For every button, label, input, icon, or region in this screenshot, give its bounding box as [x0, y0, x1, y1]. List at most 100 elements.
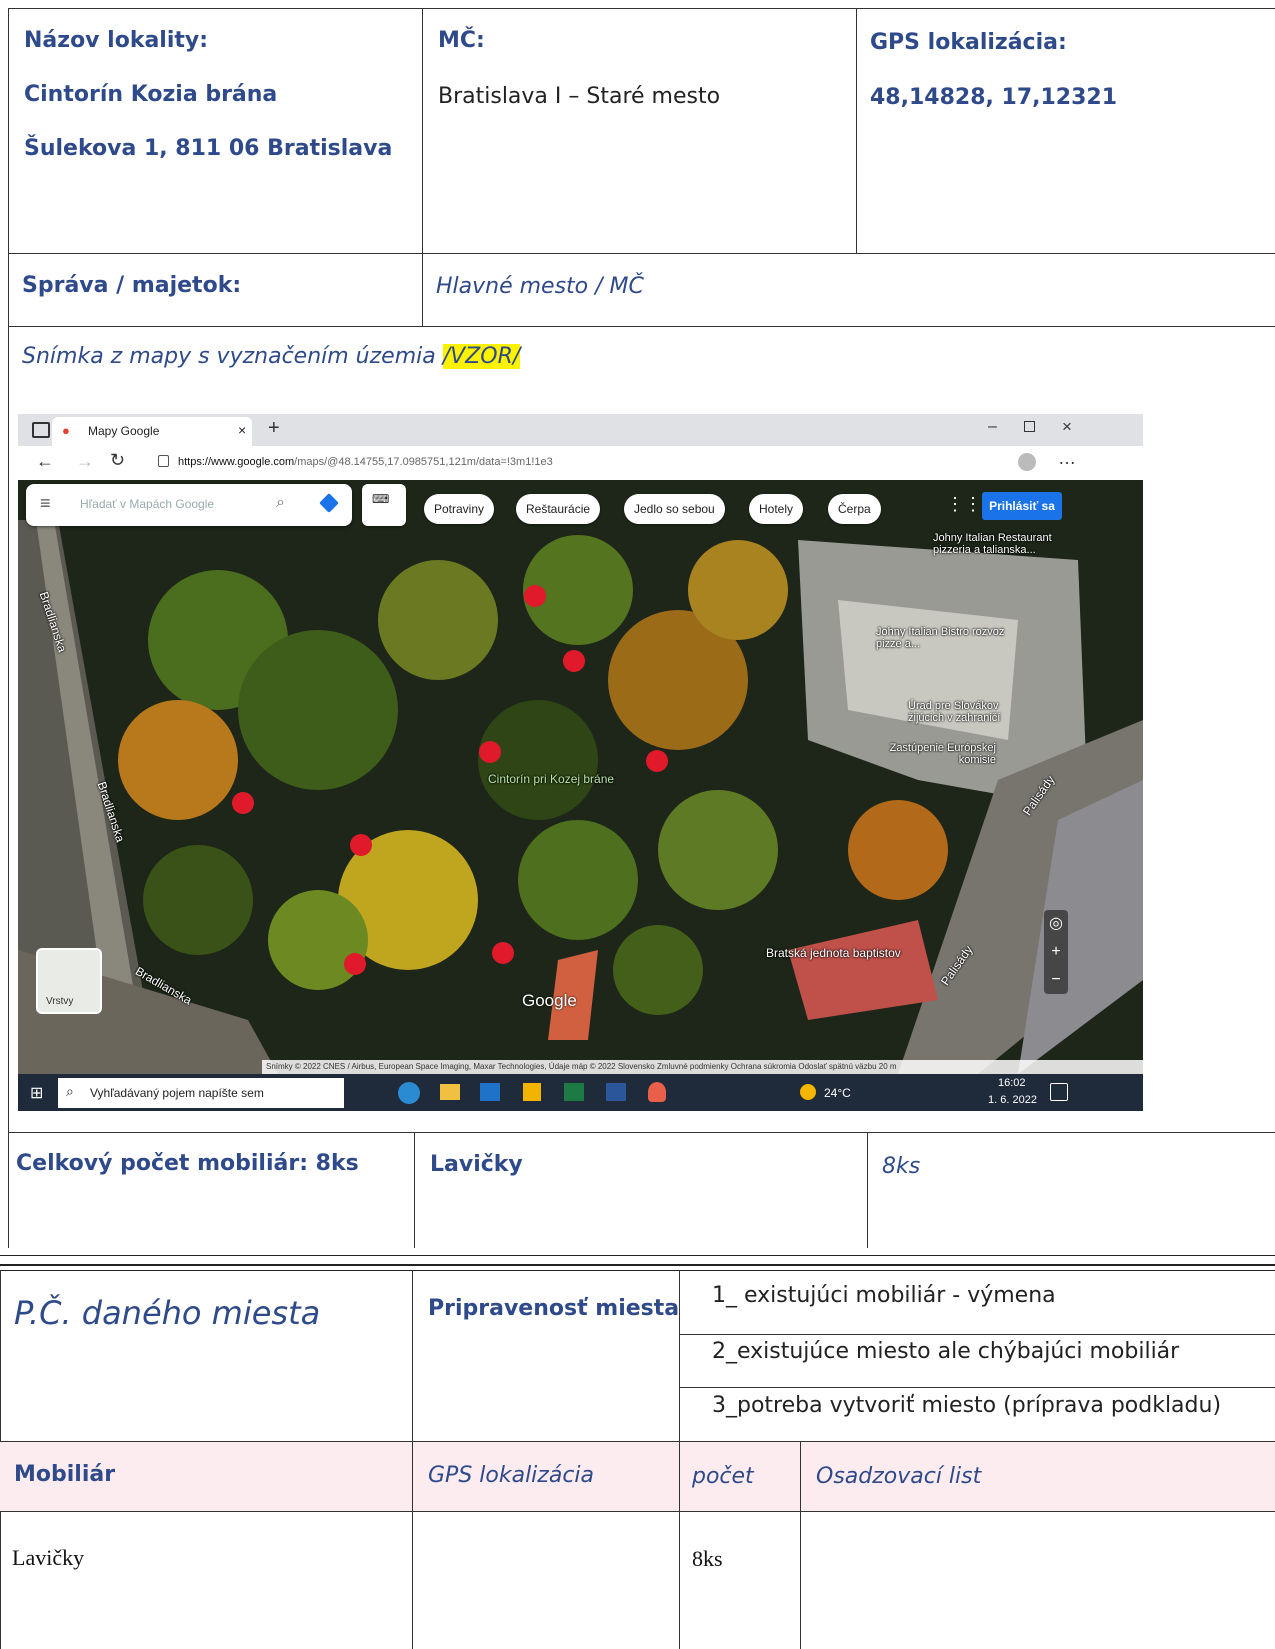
bench-marker[interactable]	[524, 585, 546, 607]
taskbar-search-icon: ⌕	[66, 1083, 74, 1099]
minimize-icon[interactable]: –	[988, 418, 997, 436]
table-border	[800, 1441, 801, 1649]
table-border	[8, 1132, 1275, 1133]
taskbar-search[interactable]: ⌕ Vyhľadávaný pojem napíšte sem	[58, 1078, 344, 1108]
cemetery-label[interactable]: Cintorín pri Kozej bráne	[488, 772, 614, 786]
explorer-icon[interactable]	[440, 1084, 460, 1100]
header-count: počet	[692, 1464, 754, 1489]
location-icon[interactable]: ◎	[1044, 910, 1068, 938]
gps-value: 48,14828, 17,12321	[870, 85, 1118, 110]
double-rule	[0, 1255, 1275, 1256]
temperature: 24°C	[824, 1086, 851, 1100]
table-border	[8, 8, 1275, 9]
close-tab-icon[interactable]: ×	[238, 422, 246, 438]
chip-gas[interactable]: Čerpa	[828, 494, 881, 524]
place-label[interactable]: Zastúpenie Európskej komisie	[886, 742, 996, 766]
mc-label: MČ:	[438, 28, 485, 53]
bench-marker[interactable]	[492, 942, 514, 964]
sprava-value: Hlavné mesto / MČ	[436, 274, 644, 299]
directions-icon[interactable]	[319, 493, 339, 513]
profile-icon[interactable]	[1018, 453, 1036, 471]
tab-actions-icon[interactable]	[32, 422, 50, 438]
readiness-option: 1_ existujúci mobiliár - výmena	[712, 1283, 1056, 1308]
bench-marker[interactable]	[232, 792, 254, 814]
close-window-icon[interactable]: ×	[1062, 417, 1072, 437]
chip-takeaway[interactable]: Jedlo so sebou	[624, 494, 725, 524]
url-field[interactable]: https://www.google.com/maps/@48.14755,17…	[178, 456, 553, 468]
tab-title: Mapy Google	[88, 424, 160, 438]
edge-icon[interactable]	[398, 1082, 420, 1104]
table-border	[8, 8, 9, 1248]
browser-tab[interactable]: ● Mapy Google ×	[52, 417, 252, 446]
locality-label: Názov lokality:	[24, 28, 209, 53]
app-icon[interactable]	[648, 1082, 666, 1102]
word-icon[interactable]	[606, 1083, 626, 1101]
locality-name: Cintorín Kozia brána	[24, 82, 278, 107]
header-gps: GPS lokalizácia	[428, 1463, 595, 1488]
layers-button[interactable]: Vrstvy	[36, 948, 102, 1014]
chip-groceries[interactable]: Potraviny	[424, 494, 495, 524]
zoom-in-icon[interactable]: +	[1044, 938, 1068, 966]
files-icon[interactable]	[523, 1083, 541, 1101]
bench-marker[interactable]	[563, 650, 585, 672]
cell-mobiliar: Lavičky	[12, 1545, 85, 1570]
bench-marker[interactable]	[646, 750, 668, 772]
satellite-map[interactable]: ≡ Hľadať v Mapách Google ⌕ ⌨ Potraviny R…	[18, 480, 1143, 1074]
clock-date: 1. 6. 2022	[988, 1094, 1037, 1106]
notifications-icon[interactable]	[1050, 1083, 1068, 1101]
search-input[interactable]: Hľadať v Mapách Google	[80, 497, 214, 511]
table-border	[412, 1441, 413, 1649]
search-icon[interactable]: ⌕	[276, 494, 285, 512]
mc-value: Bratislava I – Staré mesto	[438, 84, 721, 109]
excel-icon[interactable]	[564, 1083, 584, 1101]
table-border	[8, 253, 1275, 254]
item-label: Lavičky	[430, 1152, 523, 1177]
double-rule	[0, 1270, 1275, 1271]
more-icon[interactable]: …	[1058, 448, 1076, 469]
bench-marker[interactable]	[344, 953, 366, 975]
place-label[interactable]: Bratská jednota baptistov	[766, 946, 901, 960]
table-border	[679, 1441, 680, 1649]
place-label[interactable]: Johny Italian Restaurant pizzeria a tali…	[933, 532, 1083, 556]
lock-icon	[158, 455, 169, 467]
chip-restaurants[interactable]: Reštaurácie	[516, 494, 601, 524]
readiness-option: 2_existujúce miesto ale chýbajúci mobili…	[712, 1339, 1180, 1364]
map-caption: Snímka z mapy s vyznačením územia /VZOR/	[22, 344, 521, 369]
locality-address: Šulekova 1, 811 06 Bratislava	[24, 136, 393, 161]
chip-hotels[interactable]: Hotely	[749, 494, 804, 524]
new-tab-icon[interactable]: +	[268, 417, 280, 440]
place-label[interactable]: Úrad pre Slovákov žijúcich v zahraničí	[908, 700, 1018, 724]
place-label[interactable]: Johny Italian Bistro rozvoz pizze a...	[876, 626, 1006, 650]
table-header-row	[0, 1441, 1275, 1511]
menu-icon[interactable]: ≡	[40, 493, 51, 514]
windows-start-icon[interactable]: ⊞	[30, 1083, 43, 1103]
header-install-sheet: Osadzovací list	[816, 1464, 982, 1489]
maps-pin-icon: ●	[62, 423, 70, 438]
map-screenshot: ● Mapy Google × + – × ← → ↻ https://www.…	[18, 414, 1143, 1111]
sprava-label: Správa / majetok:	[22, 273, 242, 298]
bench-marker[interactable]	[479, 741, 501, 763]
forward-icon[interactable]: →	[76, 451, 94, 472]
apps-grid-icon[interactable]: ⋮⋮	[946, 494, 982, 515]
zoom-controls[interactable]: ◎ + −	[1044, 910, 1068, 994]
layers-label: Vrstvy	[46, 996, 74, 1007]
url-host: https://www.google.com	[178, 456, 295, 468]
google-logo: Google	[522, 991, 577, 1010]
clock-time: 16:02	[998, 1077, 1026, 1089]
signin-button[interactable]: Prihlásiť sa	[982, 492, 1062, 520]
map-caption-text: Snímka z mapy s vyznačením územia	[22, 344, 443, 369]
reload-icon[interactable]: ↻	[110, 450, 125, 471]
maximize-icon[interactable]	[1024, 421, 1035, 432]
outlook-icon[interactable]	[480, 1083, 500, 1101]
table-border	[414, 1132, 415, 1248]
table-border	[679, 1387, 1275, 1388]
item-count: 8ks	[882, 1154, 921, 1179]
bench-marker[interactable]	[350, 834, 372, 856]
maps-search-box[interactable]: ≡ Hľadať v Mapách Google ⌕	[26, 484, 352, 526]
url-path: /maps/@48.14755,17.0985751,121m/data=!3m…	[294, 456, 553, 468]
table-border	[0, 1511, 1275, 1512]
zoom-out-icon[interactable]: −	[1044, 966, 1068, 994]
back-icon[interactable]: ←	[36, 451, 54, 472]
keyboard-chip[interactable]: ⌨	[362, 484, 406, 526]
map-footer: Snímky © 2022 CNES / Airbus, European Sp…	[262, 1060, 1143, 1074]
